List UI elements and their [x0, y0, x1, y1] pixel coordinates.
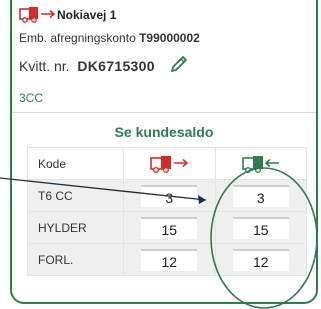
out-quantity-field[interactable]: 3: [141, 184, 198, 207]
row-code: HYLDER: [27, 211, 124, 244]
in-quantity-field[interactable]: 12: [232, 248, 289, 271]
account-number: T99000002: [139, 31, 200, 45]
customer-balance-panel: Nokiavej 1 Emb. afregningskonto T9900000…: [10, 0, 318, 304]
red-truck-arrow-right-icon: [19, 5, 57, 25]
table-header-row: Kode: [27, 147, 307, 180]
in-quantity-field[interactable]: 3: [232, 184, 289, 207]
table-row: HYLDER 15 15: [27, 211, 307, 244]
red-truck-arrow-right-icon: [150, 155, 189, 173]
in-column-header: [214, 147, 307, 180]
divider: [12, 112, 316, 113]
code-column-header: Kode: [27, 147, 124, 180]
out-quantity-field[interactable]: 12: [141, 248, 198, 271]
receipt-line: Kvitt. nr. DK6715300: [19, 54, 189, 77]
balance-table: Kode T6 CC 3 3 HYLDER 15 15 FORL. 12 12: [27, 147, 307, 276]
extra-code: 3CC: [19, 91, 44, 105]
row-code: FORL.: [27, 243, 124, 276]
green-truck-arrow-left-icon: [241, 155, 279, 173]
account-label: Emb. afregningskonto: [19, 31, 136, 45]
in-quantity-field[interactable]: 15: [232, 216, 289, 239]
see-customer-balance-link[interactable]: Se kundesaldo: [12, 124, 316, 140]
store-header: Nokiavej 1: [19, 5, 116, 25]
out-column-header: [123, 147, 216, 180]
out-quantity-field[interactable]: 15: [141, 216, 198, 239]
account-line: Emb. afregningskonto T99000002: [19, 31, 200, 45]
row-code: T6 CC: [27, 179, 124, 212]
store-name: Nokiavej 1: [57, 8, 117, 22]
table-row: T6 CC 3 3: [27, 179, 307, 212]
table-row: FORL. 12 12: [27, 243, 307, 276]
receipt-label: Kvitt. nr.: [19, 57, 70, 74]
receipt-number: DK6715300: [77, 57, 155, 74]
pencil-icon[interactable]: [169, 54, 189, 77]
